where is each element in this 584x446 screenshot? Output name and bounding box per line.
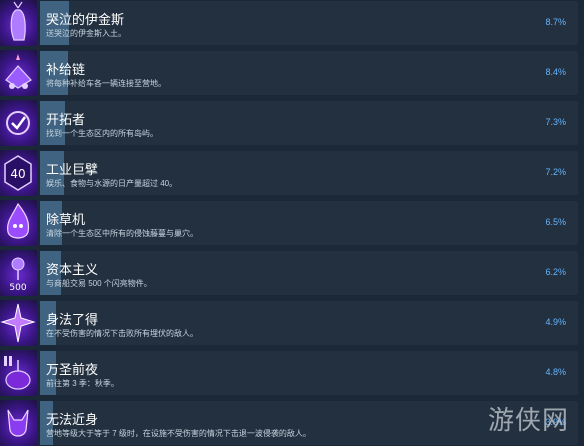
achievement-description: 营地等级大于等于 7 级时，在设施不受伤害的情况下击退一波侵袭的敌人。 xyxy=(46,429,311,438)
achievement-title: 补给链 xyxy=(46,62,86,77)
achievement-row[interactable]: 开拓者找到一个生态区内的所有岛屿。 7.3% xyxy=(0,100,584,146)
achievement-description: 将每种补给车各一辆连接至营地。 xyxy=(46,79,166,88)
unlock-percentage: 4.9% xyxy=(545,317,566,327)
achievement-row[interactable]: 除草机清除一个生态区中所有的侵蚀藤蔓与巢穴。 6.5% xyxy=(0,200,584,246)
unlock-percentage: 7.3% xyxy=(545,117,566,127)
number-40-icon: 40 xyxy=(0,150,37,196)
unlock-percentage: 4.8% xyxy=(545,367,566,377)
icon-number: 500 xyxy=(9,283,26,293)
achievement-row[interactable]: 补给链将每种补给车各一辆连接至营地。 8.4% xyxy=(0,50,584,96)
achievement-description: 与商船交易 500 个闪亮物件。 xyxy=(46,279,152,288)
achievement-title: 无法近身 xyxy=(46,412,99,427)
supply-cart-icon xyxy=(0,50,37,96)
unlock-percentage: 6.2% xyxy=(545,267,566,277)
achievement-title: 工业巨擘 xyxy=(46,162,99,177)
achievement-description: 娱乐、食物与水源的日产量超过 40。 xyxy=(46,179,178,188)
unlock-percentage: 8.4% xyxy=(545,67,566,77)
achievement-title: 开拓者 xyxy=(46,112,86,127)
achievement-card: 身法了得在不受伤害的情况下击败所有埋伏的敌人。 4.9% xyxy=(40,301,578,345)
achievement-card: 工业巨擘娱乐、食物与水源的日产量超过 40。 7.2% xyxy=(40,151,578,195)
achievement-card: 补给链将每种补给车各一辆连接至营地。 8.4% xyxy=(40,51,578,95)
achievement-description: 找到一个生态区内的所有岛屿。 xyxy=(46,129,158,138)
watermark: 游侠网 xyxy=(488,406,570,436)
coin-500-icon: 500 xyxy=(0,250,37,296)
horned-beast-icon xyxy=(0,400,37,446)
achievement-row[interactable]: 万圣前夜前往第 3 季：秋季。 4.8% xyxy=(0,350,584,396)
achievement-row[interactable]: 40 工业巨擘娱乐、食物与水源的日产量超过 40。 7.2% xyxy=(0,150,584,196)
unlock-percentage: 6.5% xyxy=(545,217,566,227)
unlock-percentage: 7.2% xyxy=(545,167,566,177)
achievement-row[interactable]: 哭泣的伊金斯送哭泣的伊金斯入土。 8.7% xyxy=(0,0,584,46)
achievement-description: 在不受伤害的情况下击败所有埋伏的敌人。 xyxy=(46,329,198,338)
achievement-title: 哭泣的伊金斯 xyxy=(46,12,125,27)
achievement-description: 前往第 3 季：秋季。 xyxy=(46,379,119,388)
achievement-title: 万圣前夜 xyxy=(46,362,99,377)
achievement-card: 开拓者找到一个生态区内的所有岛屿。 7.3% xyxy=(40,101,578,145)
achievement-card: 资本主义与商船交易 500 个闪亮物件。 6.2% xyxy=(40,251,578,295)
achievement-card: 除草机清除一个生态区中所有的侵蚀藤蔓与巢穴。 6.5% xyxy=(40,201,578,245)
achievement-title: 资本主义 xyxy=(46,262,99,277)
pumpkin-night-icon xyxy=(0,350,37,396)
achievement-card: 万圣前夜前往第 3 季：秋季。 4.8% xyxy=(40,351,578,395)
achievement-row[interactable]: 身法了得在不受伤害的情况下击败所有埋伏的敌人。 4.9% xyxy=(0,300,584,346)
unlock-percentage: 8.7% xyxy=(545,17,566,27)
icon-number: 40 xyxy=(10,167,25,181)
checkmark-badge-icon xyxy=(0,100,37,146)
achievement-title: 身法了得 xyxy=(46,312,99,327)
achievement-row[interactable]: 500 资本主义与商船交易 500 个闪亮物件。 6.2% xyxy=(0,250,584,296)
burst-icon xyxy=(0,300,37,346)
achievement-card: 哭泣的伊金斯送哭泣的伊金斯入土。 8.7% xyxy=(40,1,578,45)
achievement-description: 送哭泣的伊金斯入土。 xyxy=(46,29,126,38)
achievement-title: 除草机 xyxy=(46,212,86,227)
achievement-description: 清除一个生态区中所有的侵蚀藤蔓与巢穴。 xyxy=(46,229,198,238)
flame-creature-icon xyxy=(0,200,37,246)
deer-spirit-icon xyxy=(0,0,37,46)
